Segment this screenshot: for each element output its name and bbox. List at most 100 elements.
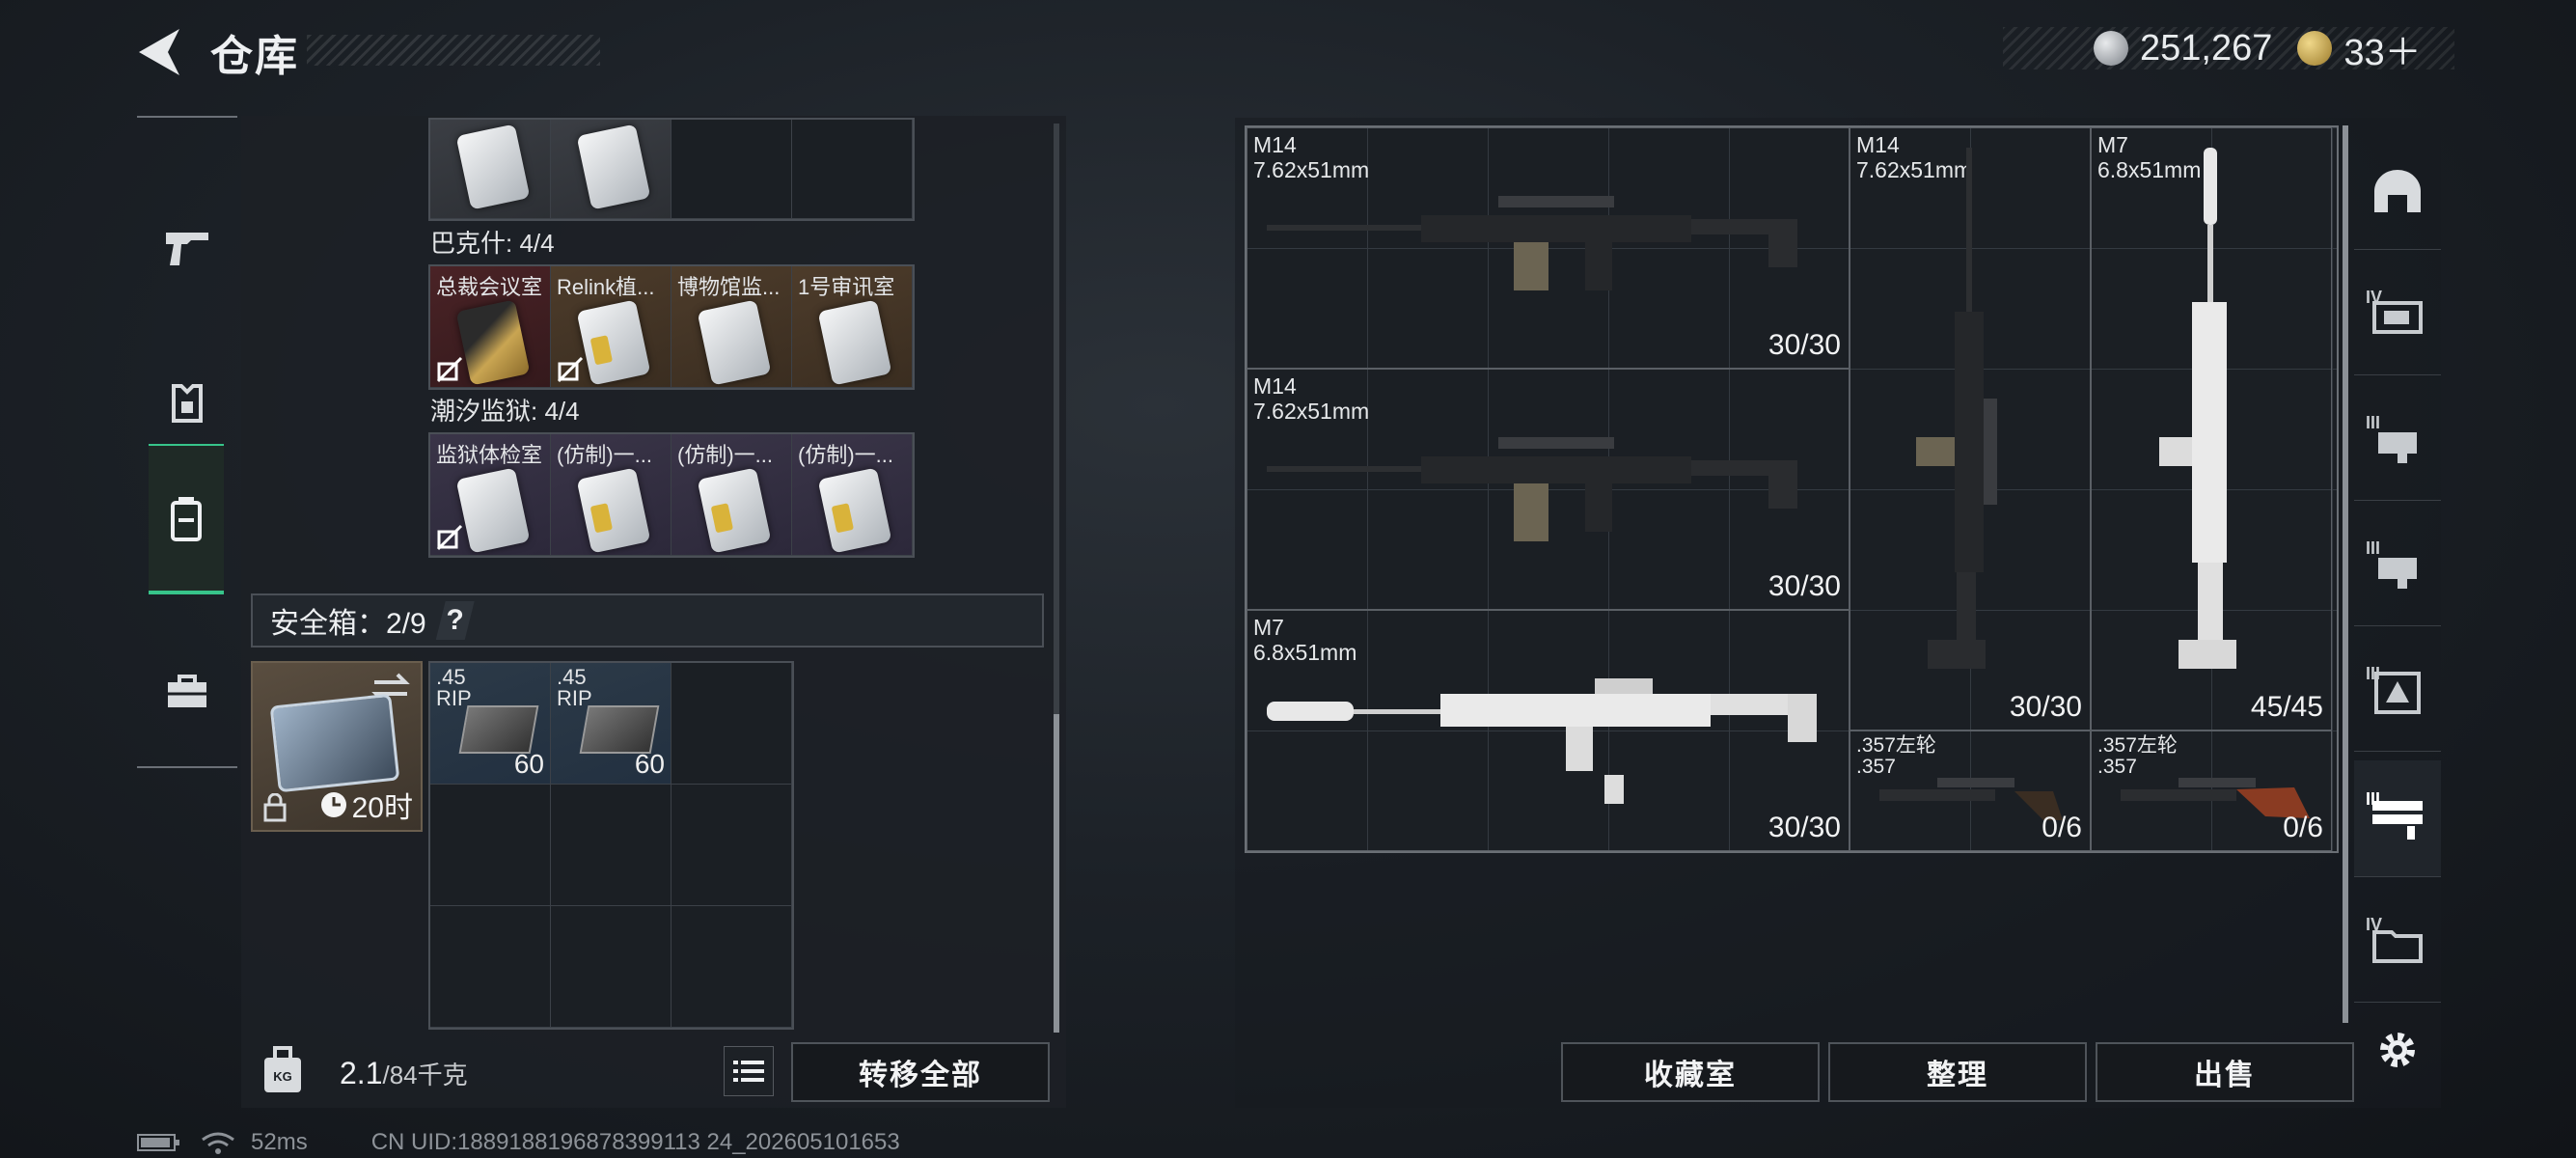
page-title: 仓库 xyxy=(210,33,299,80)
weapon-ammo: 45/45 xyxy=(2250,691,2323,723)
case-timer-text: 20时 xyxy=(351,792,413,824)
sell-button[interactable]: 出售 xyxy=(2096,1042,2354,1102)
silver-coin-icon xyxy=(2094,31,2128,66)
ammo-slot[interactable]: .45 RIP 60 xyxy=(551,663,671,785)
weapon-name: M14 7.62x51mm xyxy=(1253,373,1370,424)
keycard-slot[interactable]: Relink植... xyxy=(551,266,671,388)
tab-cases[interactable] xyxy=(137,620,237,764)
keycard-slot[interactable]: 博物馆监... xyxy=(671,266,792,388)
keycard-icon xyxy=(576,124,651,210)
keycard-label: 总裁会议室 xyxy=(436,275,543,299)
weapon-slot[interactable]: .357左轮 .357 0/6 xyxy=(2091,731,2332,851)
bound-lock-icon xyxy=(436,524,463,551)
category-weapon-rack[interactable]: III xyxy=(2354,760,2441,877)
keycard-slot[interactable]: (仿制)一... xyxy=(551,434,671,556)
gold-coin-icon xyxy=(2297,31,2333,66)
keycard-slot[interactable] xyxy=(430,120,551,219)
ammo-label: .45 RIP xyxy=(557,667,592,709)
weapon-slot[interactable]: M14 7.62x51mm 30/30 xyxy=(1247,127,1850,369)
keycard-icon xyxy=(817,299,892,386)
status-bar: 52ms CN UID:1889188196878399113 24_20260… xyxy=(137,1129,900,1156)
helmet-icon xyxy=(2374,170,2421,212)
keycard-slot[interactable]: 监狱体检室 xyxy=(430,434,551,556)
wifi-icon xyxy=(202,1132,234,1154)
weapon-ammo: 30/30 xyxy=(2009,691,2082,723)
inventory-scroll-thumb[interactable] xyxy=(1054,714,1059,1033)
keycard-slot[interactable]: 1号审讯室 xyxy=(792,266,913,388)
transfer-all-button[interactable]: 转移全部 xyxy=(791,1042,1050,1102)
list-view-button[interactable] xyxy=(724,1046,774,1096)
ammo-slot[interactable]: .45 RIP 60 xyxy=(430,663,551,785)
empty-slot[interactable] xyxy=(551,785,671,906)
weapon-slot[interactable]: M14 7.62x51mm 30/30 xyxy=(1247,369,1850,610)
settings-button[interactable] xyxy=(2354,992,2441,1108)
safe-box-capacity: 安全箱：2/9 xyxy=(270,608,426,640)
category-tier3-armor[interactable]: III xyxy=(2354,635,2441,752)
collection-room-button[interactable]: 收藏室 xyxy=(1561,1042,1820,1102)
keycard-label: 1号审讯室 xyxy=(798,275,895,299)
safe-box-header: 安全箱：2/9 ? xyxy=(251,593,1044,648)
empty-slot[interactable] xyxy=(430,785,551,906)
category-tier4-rifle[interactable]: IV xyxy=(2354,259,2441,375)
keycard-icon xyxy=(455,299,531,386)
weapon-slot[interactable]: M14 7.62x51mm 30/30 xyxy=(1850,127,2091,731)
category-rail: IV III III III III IV xyxy=(2354,124,2441,1098)
armor-vest-icon xyxy=(172,384,203,423)
keycard-label: Relink植... xyxy=(557,275,655,299)
weapon-slot[interactable]: .357左轮 .357 0/6 xyxy=(1850,731,2091,851)
weapon-ammo: 30/30 xyxy=(1768,812,1841,843)
keycard-icon xyxy=(455,124,531,210)
weapon-scrollbar[interactable] xyxy=(2343,125,2348,1023)
tier-number: III xyxy=(2366,413,2381,432)
keycard-row-top xyxy=(428,118,915,221)
briefcase-icon xyxy=(168,675,206,707)
case-timer: 20时 xyxy=(319,784,413,826)
empty-slot[interactable] xyxy=(792,120,913,219)
backpack-icon xyxy=(171,497,202,541)
empty-slot[interactable] xyxy=(671,663,792,785)
bound-lock-icon xyxy=(557,356,584,383)
empty-slot[interactable] xyxy=(671,120,792,219)
weapon-ammo: 30/30 xyxy=(1768,329,1841,361)
uid-text: CN UID:1889188196878399113 24_2026051016… xyxy=(370,1129,900,1155)
battery-icon xyxy=(137,1134,179,1151)
empty-slot[interactable] xyxy=(551,906,671,1028)
category-tier4-folder[interactable]: IV xyxy=(2354,886,2441,1003)
weapon-slot[interactable]: M7 6.8x51mm 45/45 xyxy=(2091,127,2332,731)
weapon-ammo: 0/6 xyxy=(2042,812,2082,843)
tier-number: III xyxy=(2366,664,2381,683)
sort-button[interactable]: 整理 xyxy=(1828,1042,2087,1102)
weight-icon: KG xyxy=(249,1036,316,1104)
keycard-slot[interactable]: 总裁会议室 xyxy=(430,266,551,388)
category-tier3-rifle-b[interactable]: III xyxy=(2354,510,2441,626)
help-button[interactable]: ? xyxy=(435,601,475,640)
tab-weapons[interactable] xyxy=(137,176,237,320)
safe-box-grid: .45 RIP 60 .45 RIP 60 xyxy=(428,661,794,1030)
safe-case-icon xyxy=(269,693,400,793)
list-icon xyxy=(733,1061,764,1082)
keycard-slot[interactable]: (仿制)一... xyxy=(671,434,792,556)
empty-slot[interactable] xyxy=(430,906,551,1028)
bakesh-keycard-grid: 总裁会议室 Relink植... 博物馆监... 1号审讯室 xyxy=(428,264,915,390)
empty-slot[interactable] xyxy=(671,906,792,1028)
weapon-slot[interactable]: M7 6.8x51mm 30/30 xyxy=(1247,610,1850,851)
weapon-name: M7 6.8x51mm xyxy=(1253,615,1357,665)
keycard-icon xyxy=(576,299,651,386)
category-helmet[interactable] xyxy=(2354,133,2441,250)
pistol-icon xyxy=(166,233,208,265)
bound-lock-icon xyxy=(436,356,463,383)
tab-backpack[interactable] xyxy=(149,444,224,594)
gear-icon xyxy=(2380,1033,2415,1067)
ammo-label: .45 RIP xyxy=(436,667,472,709)
empty-slot[interactable] xyxy=(671,785,792,906)
weight-readout: 2.1/84千克 xyxy=(340,1056,468,1091)
keycard-slot[interactable]: (仿制)一... xyxy=(792,434,913,556)
weight-max: /84千克 xyxy=(382,1061,468,1089)
keycard-icon xyxy=(697,299,772,386)
safe-case-slot[interactable]: 20时 xyxy=(251,661,423,832)
tier-number: IV xyxy=(2366,288,2383,307)
tier-number: IV xyxy=(2366,915,2383,934)
back-button[interactable] xyxy=(135,27,183,77)
keycard-slot[interactable] xyxy=(551,120,671,219)
category-tier3-rifle[interactable]: III xyxy=(2354,384,2441,501)
